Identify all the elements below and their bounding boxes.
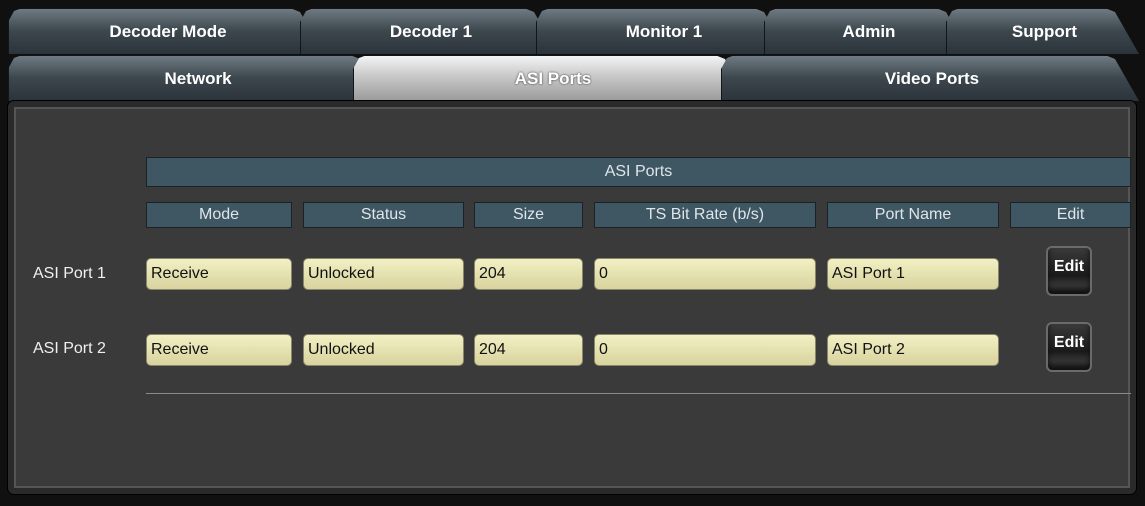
table-title-text: ASI Ports — [604, 163, 673, 180]
table-title: ASI Ports — [146, 157, 1131, 187]
column-header-text: Status — [360, 206, 407, 223]
tab-label: ASI Ports — [514, 68, 592, 88]
tab-admin[interactable]: Admin — [764, 8, 974, 54]
secondary-tab-bar: Network ASI Ports Video Ports — [8, 55, 1143, 101]
bitrate-field-port-2: 0 — [594, 334, 816, 366]
tab-label: Decoder 1 — [389, 21, 473, 41]
column-header-edit: Edit — [1010, 202, 1131, 228]
tab-asi-ports[interactable]: ASI Ports — [353, 55, 753, 101]
edit-button-label: Edit — [1053, 258, 1085, 275]
tab-label: Video Ports — [884, 68, 980, 88]
tab-video-ports[interactable]: Video Ports — [721, 55, 1143, 101]
tab-monitor-1[interactable]: Monitor 1 — [536, 8, 792, 54]
edit-button-port-2[interactable]: Edit — [1046, 322, 1092, 372]
status-field-port-1: Unlocked — [303, 258, 464, 290]
edit-button-port-1[interactable]: Edit — [1046, 246, 1092, 296]
column-header-text: Mode — [198, 206, 240, 223]
table-divider — [146, 393, 1131, 394]
bitrate-field-port-1: 0 — [594, 258, 816, 290]
column-header-status: Status — [303, 202, 464, 228]
column-header-size: Size — [474, 202, 583, 228]
tab-label: Admin — [842, 21, 896, 41]
column-header-ts-bit-rate: TS Bit Rate (b/s) — [594, 202, 816, 228]
column-header-port-name: Port Name — [827, 202, 999, 228]
row-label-asi-port-2: ASI Port 2 — [33, 340, 106, 357]
tab-label: Support — [1011, 21, 1078, 41]
port-name-field-port-1[interactable]: ASI Port 1 — [827, 258, 999, 290]
row-label-asi-port-1: ASI Port 1 — [33, 265, 106, 282]
primary-tab-bar: Decoder Mode Decoder 1 Monitor 1 Admin S… — [8, 8, 1143, 54]
size-field-port-2[interactable]: 204 — [474, 334, 583, 366]
size-field-port-1[interactable]: 204 — [474, 258, 583, 290]
tab-network[interactable]: Network — [8, 55, 388, 101]
tab-label: Network — [164, 68, 232, 88]
mode-field-port-1[interactable]: Receive — [146, 258, 292, 290]
tab-decoder-mode[interactable]: Decoder Mode — [8, 8, 328, 54]
tab-decoder-1[interactable]: Decoder 1 — [300, 8, 562, 54]
port-name-field-port-2[interactable]: ASI Port 2 — [827, 334, 999, 366]
tab-label: Monitor 1 — [625, 21, 703, 41]
tab-support[interactable]: Support — [946, 8, 1143, 54]
mode-field-port-2[interactable]: Receive — [146, 334, 292, 366]
column-header-text: Size — [512, 206, 545, 223]
edit-button-label: Edit — [1053, 334, 1085, 351]
column-header-mode: Mode — [146, 202, 292, 228]
column-header-text: Port Name — [874, 206, 952, 223]
column-header-text: Edit — [1056, 206, 1085, 223]
status-field-port-2: Unlocked — [303, 334, 464, 366]
column-header-text: TS Bit Rate (b/s) — [645, 206, 765, 223]
tab-label: Decoder Mode — [109, 21, 227, 41]
